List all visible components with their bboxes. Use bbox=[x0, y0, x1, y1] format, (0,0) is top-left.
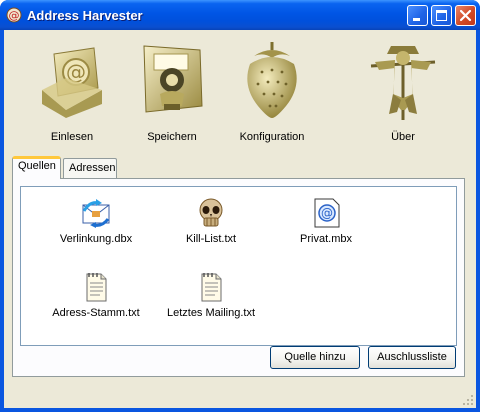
skull-icon bbox=[199, 198, 223, 227]
window-title: Address Harvester bbox=[27, 8, 143, 23]
add-source-button[interactable]: Quelle hinzu bbox=[270, 346, 360, 369]
mailbox-file-icon: @ bbox=[314, 198, 340, 228]
close-button[interactable] bbox=[455, 5, 476, 26]
app-window: @ Address Harvester @ Einlesen Speichern… bbox=[0, 0, 480, 412]
close-icon bbox=[459, 9, 472, 22]
file-name: Kill-List.txt bbox=[185, 233, 237, 245]
inbox-email-icon: @ bbox=[42, 47, 102, 118]
outlook-express-dbx-icon bbox=[82, 199, 110, 228]
svg-text:@: @ bbox=[321, 206, 333, 220]
tool-label: Einlesen bbox=[50, 131, 94, 143]
tool-einlesen[interactable]: @ Einlesen bbox=[22, 38, 122, 148]
list-item[interactable]: Kill-List.txt bbox=[151, 197, 271, 257]
maximize-button[interactable] bbox=[431, 5, 452, 26]
client-area: @ Einlesen Speichern Konfiguration Über … bbox=[4, 30, 476, 408]
file-name: Letztes Mailing.txt bbox=[166, 307, 256, 319]
file-name: Privat.mbx bbox=[300, 233, 352, 245]
list-item[interactable]: Adress-Stamm.txt bbox=[36, 271, 156, 331]
sources-list[interactable]: Verlinkung.dbx Kill-List.txt @ Privat.mb… bbox=[20, 186, 457, 346]
list-item[interactable]: Verlinkung.dbx bbox=[36, 197, 156, 257]
tool-ueber[interactable]: Über bbox=[353, 38, 453, 148]
strawberry-icon bbox=[247, 42, 297, 118]
text-file-icon bbox=[86, 273, 107, 302]
tab-adressen[interactable]: Adressen bbox=[63, 158, 117, 178]
minimize-button[interactable] bbox=[407, 5, 428, 26]
save-disk-icon bbox=[143, 45, 203, 113]
file-name: Adress-Stamm.txt bbox=[52, 307, 140, 319]
resize-grip-icon[interactable] bbox=[462, 394, 474, 406]
tool-konfiguration[interactable]: Konfiguration bbox=[222, 38, 322, 148]
tool-label: Über bbox=[391, 131, 415, 143]
sources-tab-panel: Verlinkung.dbx Kill-List.txt @ Privat.mb… bbox=[12, 178, 465, 377]
list-item[interactable]: @ Privat.mbx bbox=[266, 197, 386, 257]
maximize-icon bbox=[436, 10, 447, 21]
tool-label: Konfiguration bbox=[239, 131, 305, 143]
file-name: Verlinkung.dbx bbox=[59, 233, 133, 245]
title-bar[interactable]: @ Address Harvester bbox=[0, 0, 480, 30]
tool-label: Speichern bbox=[147, 131, 197, 143]
svg-text:@: @ bbox=[9, 9, 20, 22]
list-item[interactable]: Letztes Mailing.txt bbox=[151, 271, 271, 331]
text-file-icon bbox=[201, 273, 222, 302]
tool-speichern[interactable]: Speichern bbox=[122, 38, 222, 148]
tab-quellen[interactable]: Quellen bbox=[12, 156, 61, 179]
scarecrow-icon bbox=[370, 46, 436, 120]
exclusion-list-button[interactable]: Auschlussliste bbox=[368, 346, 456, 369]
minimize-icon bbox=[413, 18, 420, 21]
app-harvester-icon[interactable]: @ bbox=[6, 7, 22, 23]
